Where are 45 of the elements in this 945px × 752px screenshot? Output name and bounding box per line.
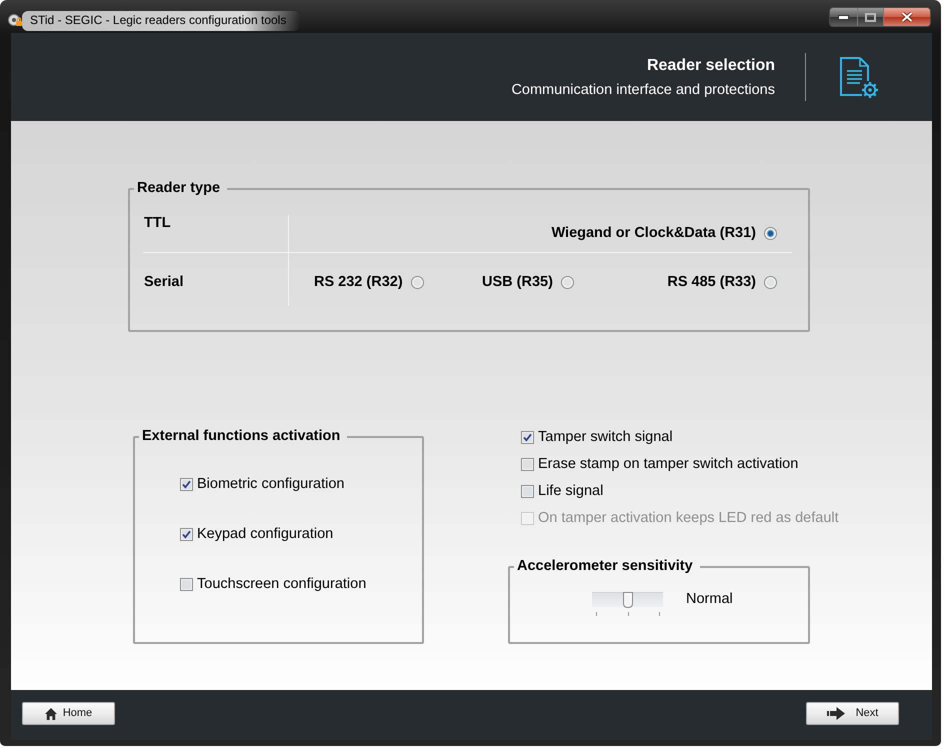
page-subtitle: Communication interface and protections	[511, 80, 775, 98]
home-icon	[44, 708, 57, 720]
window-title: STid - SEGIC - Legic readers configuration tools	[22, 11, 300, 31]
checkbox-label[interactable]: Life signal	[538, 478, 604, 505]
minimize-button[interactable]	[830, 8, 857, 26]
arrow-icon	[826, 707, 845, 720]
minimize-icon	[838, 14, 849, 20]
checkbox-label[interactable]: Keypad configuration	[197, 524, 334, 544]
maximize-button[interactable]	[857, 8, 883, 26]
sensitivity-value: Normal	[686, 592, 733, 607]
radio-label[interactable]: RS 232 (R32)	[314, 274, 403, 291]
group-label: Serial	[143, 252, 288, 306]
group-title: Accelerometer sensitivity	[516, 558, 694, 575]
radio-button[interactable]	[764, 227, 777, 240]
next-button[interactable]: Next	[806, 702, 899, 725]
maximize-icon	[865, 12, 876, 22]
checkbox[interactable]	[180, 478, 193, 490]
checkbox-label[interactable]: Erase stamp on tamper switch activation	[538, 451, 798, 478]
slider-tick	[659, 612, 660, 616]
group-title: Reader type	[136, 180, 222, 197]
checkbox[interactable]	[180, 528, 193, 540]
radio-label[interactable]: Wiegand or Clock&Data (R31)	[551, 225, 756, 242]
radio-button[interactable]	[410, 276, 424, 289]
radio-button[interactable]	[764, 276, 777, 289]
slider-tick	[596, 612, 597, 616]
checkbox-label[interactable]: Touchscreen configuration	[197, 574, 366, 594]
checkbox[interactable]	[521, 431, 534, 444]
checkbox-label[interactable]: Biometric configuration	[197, 474, 344, 494]
checkbox[interactable]	[180, 578, 193, 590]
checkbox-label: On tamper activation keeps LED red as default	[538, 509, 839, 528]
page-title: Reader selection	[646, 56, 775, 76]
checkbox[interactable]	[521, 458, 534, 471]
slider-track[interactable]	[592, 592, 663, 607]
close-icon	[901, 12, 913, 22]
radio-label[interactable]: RS 485 (R33)	[667, 274, 756, 291]
home-button[interactable]: Home	[22, 702, 115, 725]
app-icon	[8, 13, 22, 27]
group-label: TTL	[143, 215, 172, 233]
close-button[interactable]	[883, 8, 930, 26]
slider-thumb[interactable]	[622, 592, 632, 608]
radio-button[interactable]	[560, 276, 574, 289]
group-title: External functions activation	[141, 428, 342, 445]
radio-label[interactable]: USB (R35)	[482, 274, 553, 291]
checkbox[interactable]	[521, 485, 534, 498]
checkbox-label[interactable]: Tamper switch signal	[538, 424, 673, 451]
